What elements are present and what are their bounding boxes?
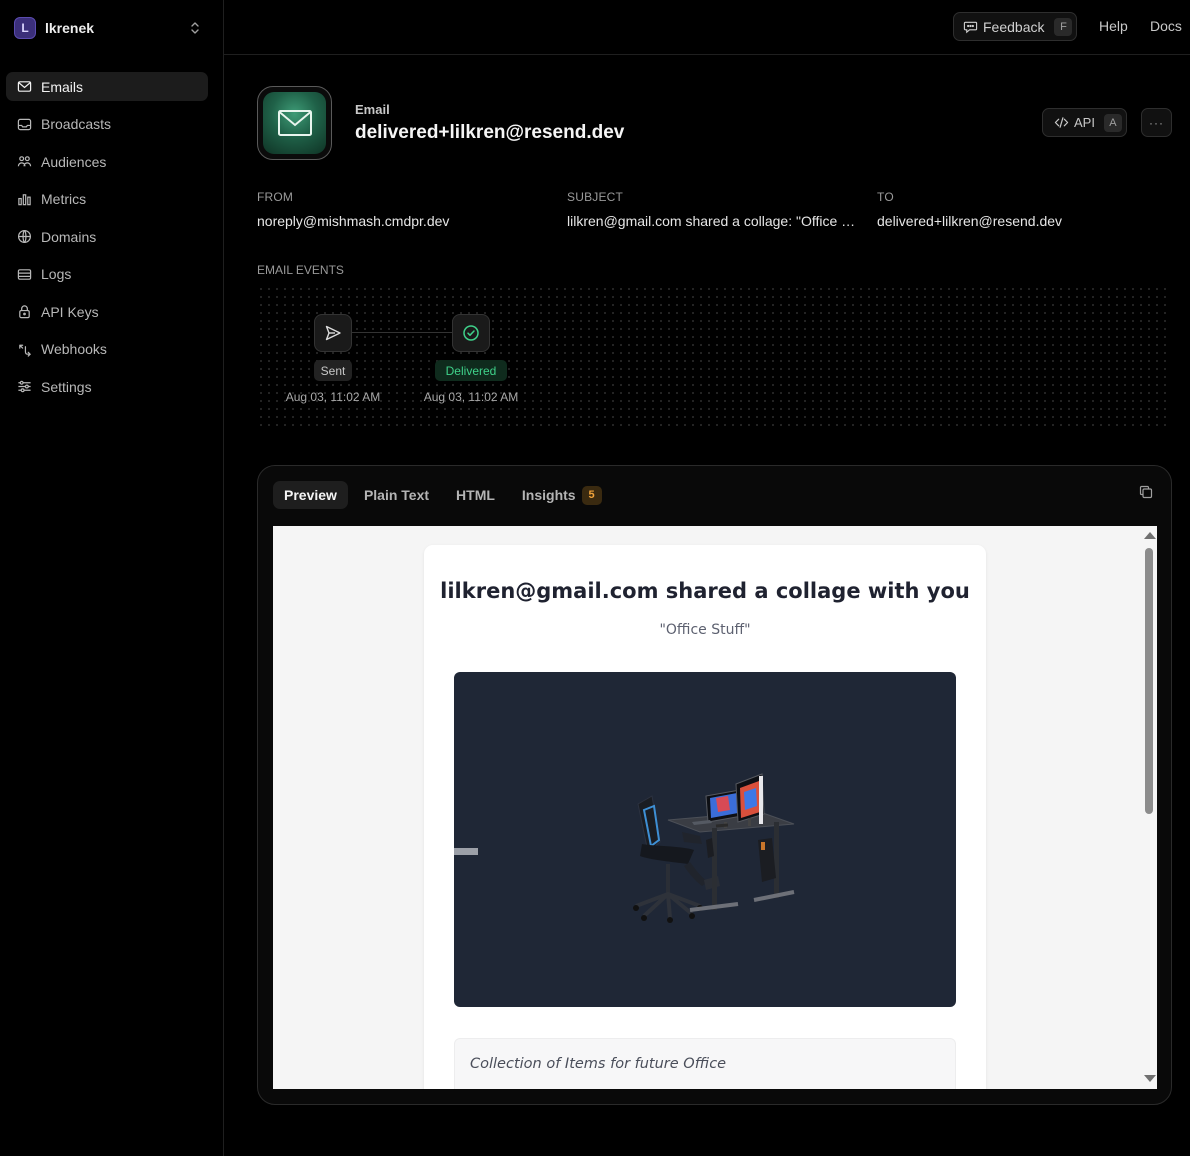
sidebar-item-domains[interactable]: Domains [6, 222, 208, 251]
collage-description: Collection of Items for future Office [454, 1038, 956, 1089]
tab-plain-text[interactable]: Plain Text [353, 481, 440, 509]
team-avatar: L [14, 17, 36, 39]
sidebar-item-label: Webhooks [41, 341, 107, 357]
event-sent-badge: Sent [314, 360, 352, 381]
collage-image [454, 672, 956, 1007]
sliders-icon [18, 380, 31, 393]
email-preview-card: Preview Plain Text HTML Insights 5 lilkre… [257, 465, 1172, 1105]
check-circle-icon [463, 325, 479, 341]
to-label: TO [877, 190, 894, 204]
feedback-button[interactable]: Feedback F [953, 12, 1077, 41]
subject-value: lilkren@gmail.com shared a collage: "Off… [567, 213, 862, 229]
event-delivered-node[interactable] [452, 314, 490, 352]
chat-bubble-icon [963, 21, 978, 34]
sidebar-item-logs[interactable]: Logs [6, 260, 208, 289]
sidebar-item-label: Settings [41, 378, 92, 395]
email-icon-tile [257, 86, 332, 160]
help-link[interactable]: Help [1099, 18, 1128, 34]
sidebar-item-label: Domains [41, 228, 97, 245]
tab-insights[interactable]: Insights 5 [511, 481, 613, 509]
sidebar-item-webhooks[interactable]: Webhooks [6, 335, 208, 364]
tab-label: Preview [284, 487, 337, 503]
sidebar-item-label: Emails [41, 78, 84, 95]
api-shortcut: A [1103, 113, 1122, 132]
to-value: delivered+lilkren@resend.dev [877, 213, 1063, 229]
team-name: lkrenek [45, 20, 95, 36]
webhook-icon [19, 344, 31, 357]
collage-description-text: Collection of Items for future Office [470, 1056, 727, 1072]
chevron-up-down-icon [191, 22, 199, 34]
docs-link[interactable]: Docs [1150, 18, 1182, 34]
collage-edge-chip [454, 848, 478, 855]
send-icon [325, 325, 341, 341]
code-icon [1054, 117, 1069, 128]
team-switcher[interactable]: L lkrenek [14, 16, 202, 40]
globe-icon [17, 229, 32, 244]
api-button[interactable]: API A [1042, 108, 1127, 137]
sidebar-item-label: Broadcasts [41, 116, 112, 132]
more-actions-button[interactable]: ··· [1141, 108, 1172, 137]
sidebar-item-label: Audiences [41, 153, 107, 170]
sidebar-item-label: API Keys [41, 303, 99, 320]
feedback-label: Feedback [983, 18, 1045, 35]
timeline-connector [352, 332, 454, 333]
envelope-icon [277, 110, 312, 136]
events-label: EMAIL EVENTS [257, 263, 344, 277]
sidebar-item-metrics[interactable]: Metrics [6, 185, 208, 214]
tab-html[interactable]: HTML [445, 481, 506, 509]
feedback-shortcut: F [1054, 17, 1073, 36]
users-icon [17, 156, 32, 167]
bar-chart-icon [18, 193, 31, 205]
sidebar-item-label: Metrics [41, 191, 87, 207]
lock-icon [19, 305, 30, 319]
event-delivered-time: Aug 03, 11:02 AM [423, 390, 519, 404]
event-sent-node[interactable] [314, 314, 352, 352]
tab-label: HTML [456, 487, 495, 503]
email-kicker: Email [355, 102, 390, 117]
insights-count-badge: 5 [581, 485, 602, 505]
sidebar-item-audiences[interactable]: Audiences [6, 147, 208, 176]
scroll-down-arrow-icon[interactable] [1144, 1075, 1156, 1082]
email-title: delivered+lilkren@resend.dev [355, 122, 625, 143]
tab-label: Insights [521, 487, 576, 503]
sidebar-item-broadcasts[interactable]: Broadcasts [6, 110, 208, 139]
tab-preview[interactable]: Preview [273, 481, 348, 509]
sidebar-item-emails[interactable]: Emails [6, 72, 208, 101]
rendered-email: lilkren@gmail.com shared a collage with … [424, 545, 986, 1089]
scroll-up-arrow-icon[interactable] [1144, 532, 1156, 539]
email-subheading: "Office Stuff" [659, 622, 751, 638]
events-timeline: Sent Aug 03, 11:02 AM Delivered Aug 03, … [257, 285, 1171, 432]
copy-icon[interactable] [1139, 485, 1153, 499]
top-bar: Feedback F Help Docs [224, 0, 1190, 55]
sidebar-item-label: Logs [41, 266, 72, 282]
from-value: noreply@mishmash.cmdpr.dev [257, 213, 450, 229]
sidebar: L lkrenek Emails Broadcasts Audiences Me… [0, 0, 224, 1156]
list-icon [17, 268, 32, 280]
from-label: FROM [257, 190, 294, 204]
event-delivered-badge: Delivered [435, 360, 507, 381]
preview-scrollbar[interactable] [1140, 526, 1157, 1089]
email-heading: lilkren@gmail.com shared a collage with … [440, 579, 970, 603]
event-sent-time: Aug 03, 11:02 AM [285, 390, 381, 404]
subject-label: SUBJECT [567, 190, 624, 204]
mail-icon [17, 81, 32, 92]
preview-tabs: Preview Plain Text HTML Insights 5 [273, 481, 618, 509]
api-label: API [1074, 115, 1095, 130]
office-desk-chair-illustration [633, 773, 795, 923]
tab-label: Plain Text [363, 487, 430, 503]
email-preview-frame: lilkren@gmail.com shared a collage with … [273, 526, 1157, 1089]
scroll-thumb[interactable] [1145, 548, 1153, 814]
sidebar-item-settings[interactable]: Settings [6, 372, 208, 401]
inbox-icon [17, 118, 32, 130]
sidebar-nav: Emails Broadcasts Audiences Metrics Doma… [6, 72, 208, 410]
sidebar-item-api-keys[interactable]: API Keys [6, 297, 208, 326]
